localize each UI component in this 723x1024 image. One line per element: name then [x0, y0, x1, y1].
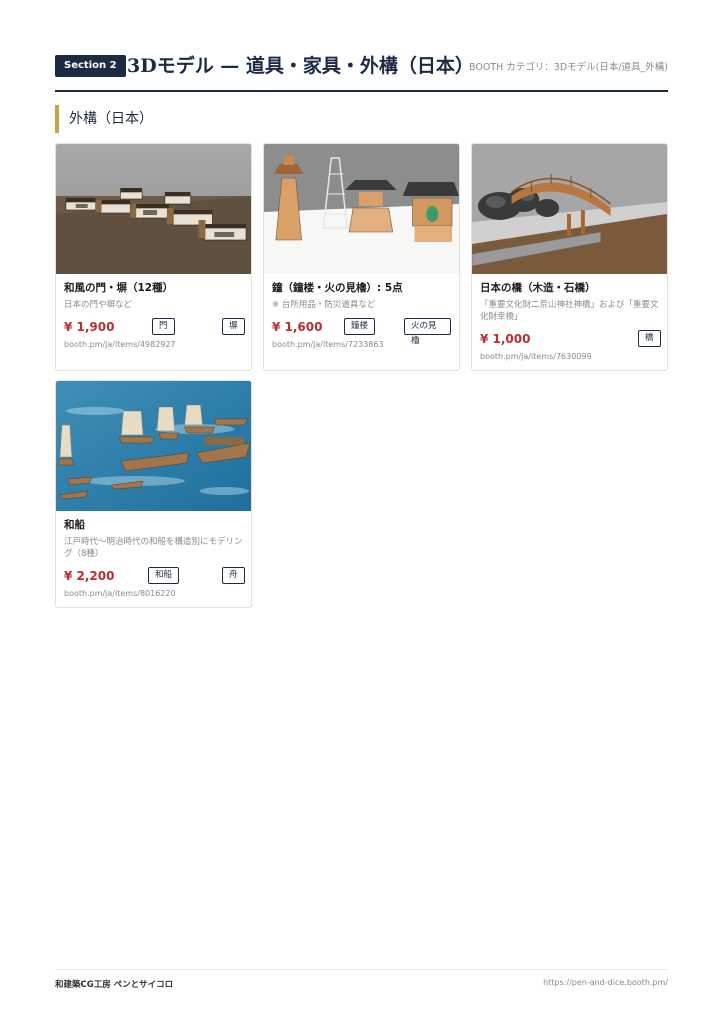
bell-towers-icon[interactable]: [264, 144, 459, 274]
product-card[interactable]: 日本の橋（木造・石橋） 「重要文化財二荒山神社神橋」および「重要文化財幸橋」 ¥…: [471, 143, 668, 371]
product-url[interactable]: booth.pm/ja/items/7233863: [272, 339, 451, 350]
bridge-icon[interactable]: [472, 144, 667, 274]
product-url[interactable]: booth.pm/ja/items/4982927: [64, 339, 243, 350]
section-header: Section 2 3Dモデル — 道具・家具・外構（日本） BOOTH カテゴ…: [55, 52, 668, 92]
boats-icon[interactable]: [56, 381, 251, 511]
product-title[interactable]: 鐘（鐘楼・火の見櫓）: 5点: [272, 281, 451, 295]
product-price: ¥ 1,600: [272, 320, 323, 334]
product-card[interactable]: 和風の門・塀（12種） 日本の門や塀など ¥ 1,900 門 塀 booth.p…: [55, 143, 252, 371]
product-tag[interactable]: 舟: [222, 567, 245, 584]
product-tag[interactable]: 和船: [148, 567, 180, 584]
footer-brand: 和建築CG工房 ペンとサイコロ: [55, 980, 174, 990]
subsection-title: 外構（日本）: [55, 105, 153, 133]
page-title: 3Dモデル — 道具・家具・外構（日本）: [127, 55, 474, 77]
product-title[interactable]: 和船: [64, 518, 243, 532]
section-badge: Section 2: [55, 55, 126, 77]
product-tag[interactable]: 火の見櫓: [404, 318, 451, 346]
product-description: 「重要文化財二荒山神社神橋」および「重要文化財幸橋」: [480, 300, 659, 322]
product-card[interactable]: 鐘（鐘楼・火の見櫓）: 5点 ※ 台所用品・防災道具など ¥ 1,600 鐘楼 …: [263, 143, 460, 371]
product-tag[interactable]: 橋: [638, 330, 661, 347]
product-title[interactable]: 日本の橋（木造・石橋）: [480, 281, 659, 295]
product-description: ※ 台所用品・防災道具など: [272, 300, 376, 310]
product-tag[interactable]: 塀: [222, 318, 245, 335]
product-tag[interactable]: 鐘楼: [344, 318, 376, 335]
walls-gates-icon[interactable]: [56, 144, 251, 274]
product-price: ¥ 1,000: [480, 332, 531, 346]
footer-url[interactable]: https://pen-and-dice.booth.pm/: [543, 978, 668, 987]
product-price: ¥ 1,900: [64, 320, 115, 334]
product-url[interactable]: booth.pm/ja/items/8016220: [64, 588, 243, 599]
product-description: 江戸時代〜明治時代の和船を構造別にモデリング（8種）: [64, 537, 243, 559]
product-description: 日本の門や塀など: [64, 300, 133, 310]
product-url[interactable]: booth.pm/ja/items/7630099: [480, 351, 659, 362]
product-title[interactable]: 和風の門・塀（12種）: [64, 281, 243, 295]
product-card[interactable]: 和船 江戸時代〜明治時代の和船を構造別にモデリング（8種） ¥ 2,200 和船…: [55, 380, 252, 608]
product-tag[interactable]: 門: [152, 318, 175, 335]
category-label: BOOTH カテゴリ：3Dモデル(日本/道具_外構): [469, 62, 668, 73]
page-footer: 和建築CG工房 ペンとサイコロ https://pen-and-dice.boo…: [55, 969, 668, 993]
product-price: ¥ 2,200: [64, 569, 115, 583]
